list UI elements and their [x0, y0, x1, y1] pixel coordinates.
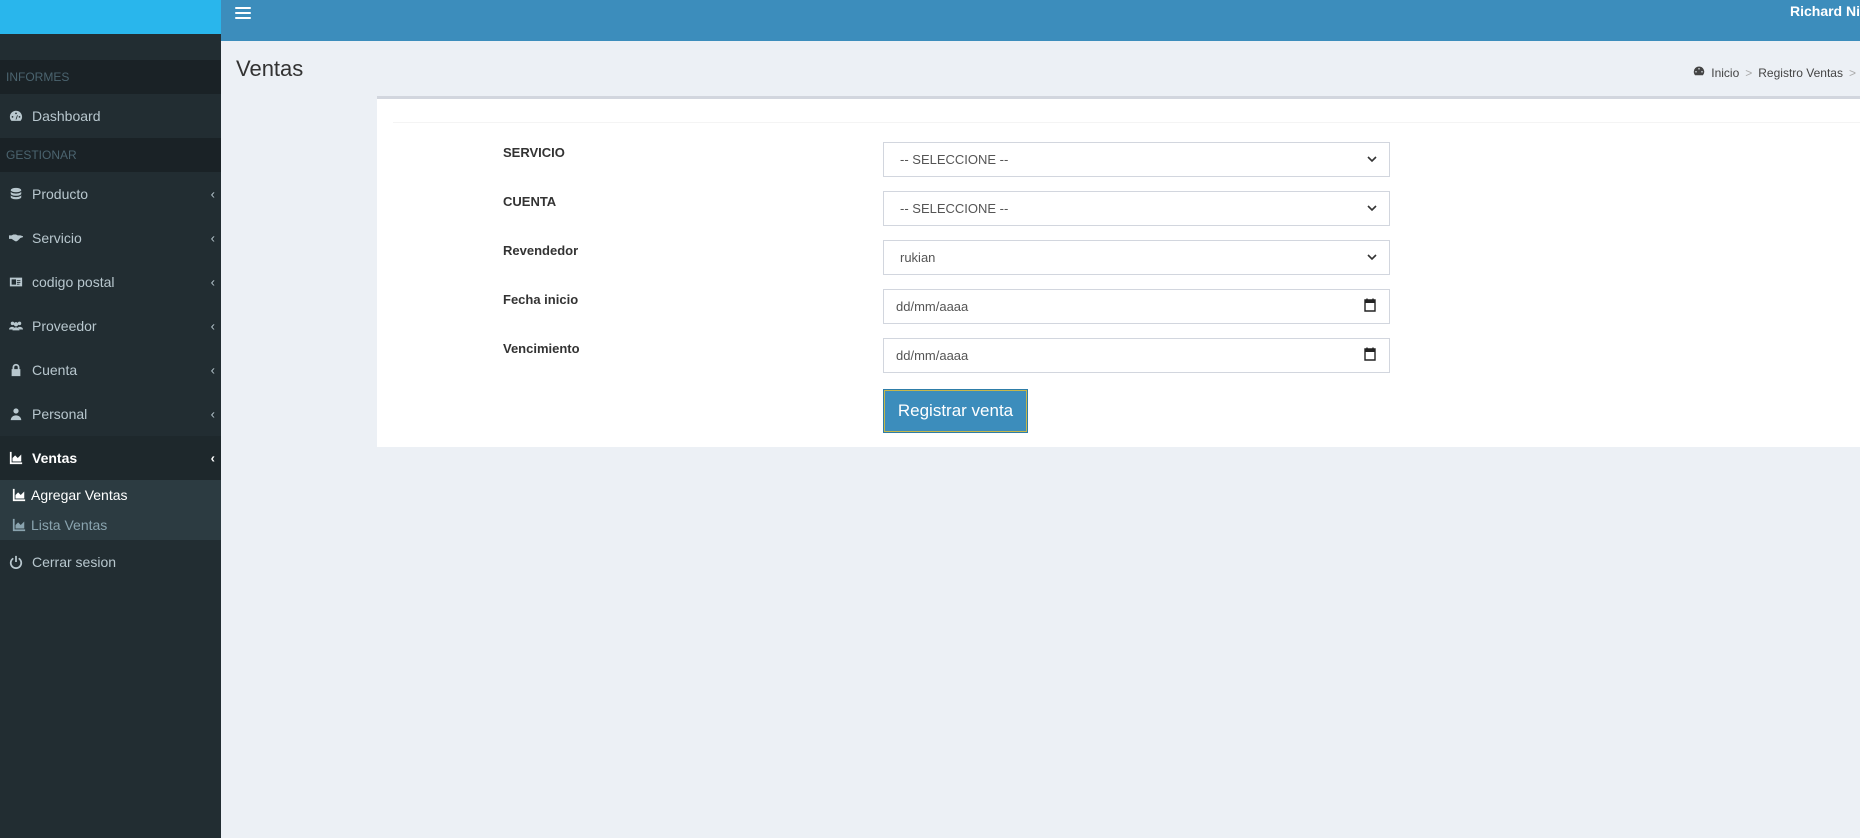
ventas-submenu: Agregar Ventas Lista Ventas: [0, 480, 221, 540]
servicio-label: SERVICIO: [503, 145, 565, 160]
chevron-down-icon: [1367, 250, 1377, 265]
sidebar-item-servicio[interactable]: Servicio ‹: [0, 216, 221, 260]
area-chart-icon: [12, 488, 26, 502]
sidebar-item-label: Servicio: [32, 230, 82, 246]
users-icon: [8, 318, 24, 334]
chevron-left-icon: ‹: [210, 406, 215, 422]
menu-toggle-icon[interactable]: [235, 4, 251, 22]
logo-bar[interactable]: [0, 0, 221, 34]
box-divider: [393, 122, 1860, 123]
user-menu[interactable]: Richard Ni: [1790, 3, 1860, 19]
sidebar-item-codigo-postal[interactable]: codigo postal ‹: [0, 260, 221, 304]
revendedor-select[interactable]: rukian: [883, 240, 1390, 275]
sidebar-item-label: Dashboard: [32, 108, 101, 124]
power-icon: [8, 554, 24, 570]
top-navbar: Richard Ni: [221, 0, 1860, 41]
sidebar-item-label: codigo postal: [32, 274, 115, 290]
submenu-item-label: Lista Ventas: [31, 517, 108, 533]
chevron-left-icon: ‹: [210, 318, 215, 334]
vencimiento-label: Vencimiento: [503, 341, 580, 356]
chevron-left-icon: ‹: [210, 362, 215, 378]
cuenta-label: CUENTA: [503, 194, 557, 209]
calendar-icon[interactable]: [1363, 298, 1377, 315]
sidebar-item-dashboard[interactable]: Dashboard: [0, 94, 221, 138]
sidebar-item-ventas[interactable]: Ventas ‹: [0, 436, 221, 480]
user-icon: [8, 406, 24, 422]
sidebar-item-label: Ventas: [32, 450, 78, 466]
chevron-down-icon: [1367, 152, 1377, 167]
chevron-down-icon: [1367, 201, 1377, 216]
dashboard-icon: [1693, 65, 1705, 80]
sidebar-item-cuenta[interactable]: Cuenta ‹: [0, 348, 221, 392]
fecha-inicio-input[interactable]: dd/mm/aaaa: [883, 289, 1390, 324]
sidebar-item-label: Producto: [32, 186, 89, 202]
sidebar-item-label: Cuenta: [32, 362, 78, 378]
handshake-icon: [8, 230, 24, 246]
sidebar-item-label: Cerrar sesion: [32, 554, 117, 570]
page-title: Ventas: [236, 56, 304, 81]
submenu-item-label: Agregar Ventas: [31, 487, 128, 503]
lock-icon: [8, 362, 24, 378]
dashboard-icon: [8, 108, 24, 124]
breadcrumb-current: Registro Ventas: [1758, 65, 1843, 80]
submenu-item-agregar-ventas[interactable]: Agregar Ventas: [0, 480, 221, 510]
breadcrumb-home-link[interactable]: Inicio: [1711, 66, 1739, 80]
chevron-left-icon: ‹: [210, 450, 215, 466]
cuenta-select[interactable]: -- SELECCIONE --: [883, 191, 1390, 226]
breadcrumb-separator: >: [1745, 65, 1753, 80]
area-chart-icon: [8, 450, 24, 466]
sidebar-item-producto[interactable]: Producto ‹: [0, 172, 221, 216]
sidebar-item-cerrar-sesion[interactable]: Cerrar sesion: [0, 540, 221, 584]
id-card-icon: [8, 274, 24, 290]
fecha-inicio-label: Fecha inicio: [503, 292, 579, 307]
sales-form-box: SERVICIO -- SELECCIONE -- CUENTA -- SELE…: [377, 96, 1860, 447]
breadcrumb: Inicio > Registro Ventas >: [1693, 65, 1856, 80]
revendedor-label: Revendedor: [503, 243, 579, 258]
sidebar-item-label: Proveedor: [32, 318, 97, 334]
vencimiento-input[interactable]: dd/mm/aaaa: [883, 338, 1390, 373]
sidebar-user-strip: [0, 34, 221, 60]
calendar-icon[interactable]: [1363, 347, 1377, 364]
area-chart-icon: [12, 518, 26, 532]
sidebar-item-personal[interactable]: Personal ‹: [0, 392, 221, 436]
sidebar-item-proveedor[interactable]: Proveedor ‹: [0, 304, 221, 348]
sidebar-header-manage: GESTIONAR: [0, 138, 221, 172]
database-icon: [8, 186, 24, 202]
chevron-left-icon: ‹: [210, 230, 215, 246]
servicio-select[interactable]: -- SELECCIONE --: [883, 142, 1390, 177]
sidebar-header-reports: INFORMES: [0, 60, 221, 94]
submenu-item-lista-ventas[interactable]: Lista Ventas: [0, 510, 221, 540]
chevron-left-icon: ‹: [210, 186, 215, 202]
sidebar-item-label: Personal: [32, 406, 88, 422]
sidebar: INFORMES Dashboard GESTIONAR Producto ‹ …: [0, 0, 221, 838]
breadcrumb-separator: >: [1848, 65, 1856, 80]
chevron-left-icon: ‹: [210, 274, 215, 290]
registrar-venta-button[interactable]: Registrar venta: [883, 389, 1028, 433]
